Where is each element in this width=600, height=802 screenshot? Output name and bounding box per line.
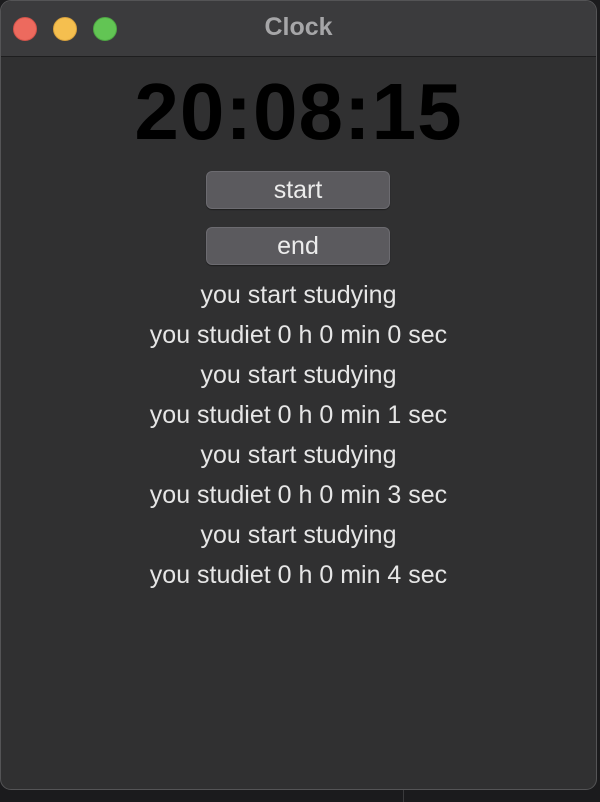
window-title: Clock <box>264 13 333 41</box>
log-entry: you studiet 0 h 0 min 0 sec <box>149 321 448 349</box>
title-bar[interactable]: Clock <box>1 1 596 57</box>
study-log: you start studying you studiet 0 h 0 min… <box>1 279 596 599</box>
log-entry: you start studying <box>200 361 397 389</box>
log-entry: you studiet 0 h 0 min 1 sec <box>149 401 448 429</box>
end-button[interactable]: end <box>206 227 390 265</box>
clock-time-display: 20:08:15 <box>134 67 463 156</box>
log-entry: you studiet 0 h 0 min 4 sec <box>149 561 448 589</box>
background-divider <box>403 790 404 802</box>
start-button[interactable]: start <box>206 171 390 209</box>
log-entry: you studiet 0 h 0 min 3 sec <box>149 481 448 509</box>
clock-window: Clock 20:08:15 start end you start study… <box>0 0 597 790</box>
log-entry: you start studying <box>200 441 397 469</box>
log-entry: you start studying <box>200 281 397 309</box>
log-entry: you start studying <box>200 521 397 549</box>
